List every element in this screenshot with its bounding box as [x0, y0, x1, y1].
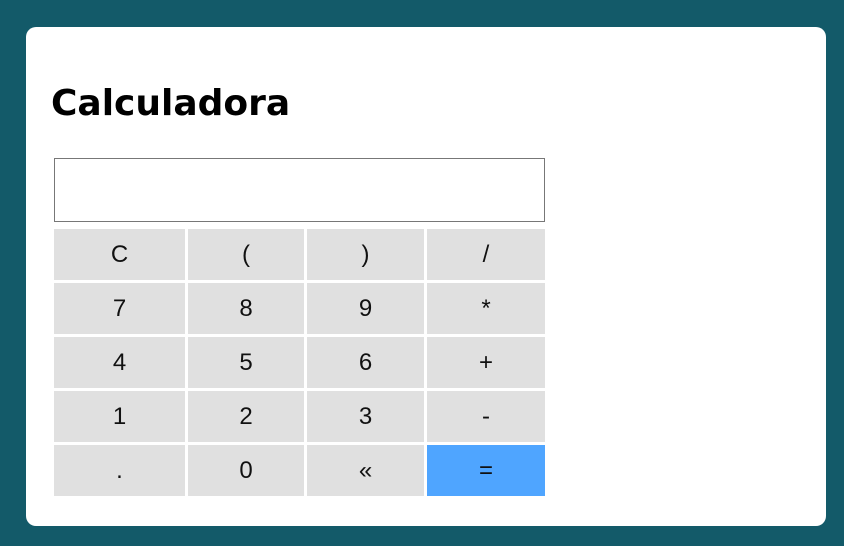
multiply-button[interactable]: *	[427, 283, 545, 334]
keypad: C ( ) / 7 8 9 * 4 5 6 + 1 2 3 - . 0 « =	[51, 226, 548, 499]
keypad-row: 1 2 3 -	[54, 391, 545, 442]
calculator-display[interactable]	[54, 158, 545, 222]
equals-button[interactable]: =	[427, 445, 545, 496]
open-paren-button[interactable]: (	[188, 229, 304, 280]
digit-5-button[interactable]: 5	[188, 337, 304, 388]
subtract-button[interactable]: -	[427, 391, 545, 442]
digit-9-button[interactable]: 9	[307, 283, 424, 334]
close-paren-button[interactable]: )	[307, 229, 424, 280]
digit-1-button[interactable]: 1	[54, 391, 185, 442]
decimal-point-button[interactable]: .	[54, 445, 185, 496]
keypad-row: C ( ) /	[54, 229, 545, 280]
keypad-row: 7 8 9 *	[54, 283, 545, 334]
digit-8-button[interactable]: 8	[188, 283, 304, 334]
clear-button[interactable]: C	[54, 229, 185, 280]
digit-7-button[interactable]: 7	[54, 283, 185, 334]
digit-0-button[interactable]: 0	[188, 445, 304, 496]
keypad-row: 4 5 6 +	[54, 337, 545, 388]
divide-button[interactable]: /	[427, 229, 545, 280]
page-title: Calculadora	[51, 83, 291, 124]
backspace-button[interactable]: «	[307, 445, 424, 496]
digit-3-button[interactable]: 3	[307, 391, 424, 442]
digit-4-button[interactable]: 4	[54, 337, 185, 388]
calculator-card: Calculadora C ( ) / 7 8 9 * 4 5 6 + 1 2 …	[26, 27, 826, 526]
digit-2-button[interactable]: 2	[188, 391, 304, 442]
add-button[interactable]: +	[427, 337, 545, 388]
digit-6-button[interactable]: 6	[307, 337, 424, 388]
keypad-row: . 0 « =	[54, 445, 545, 496]
